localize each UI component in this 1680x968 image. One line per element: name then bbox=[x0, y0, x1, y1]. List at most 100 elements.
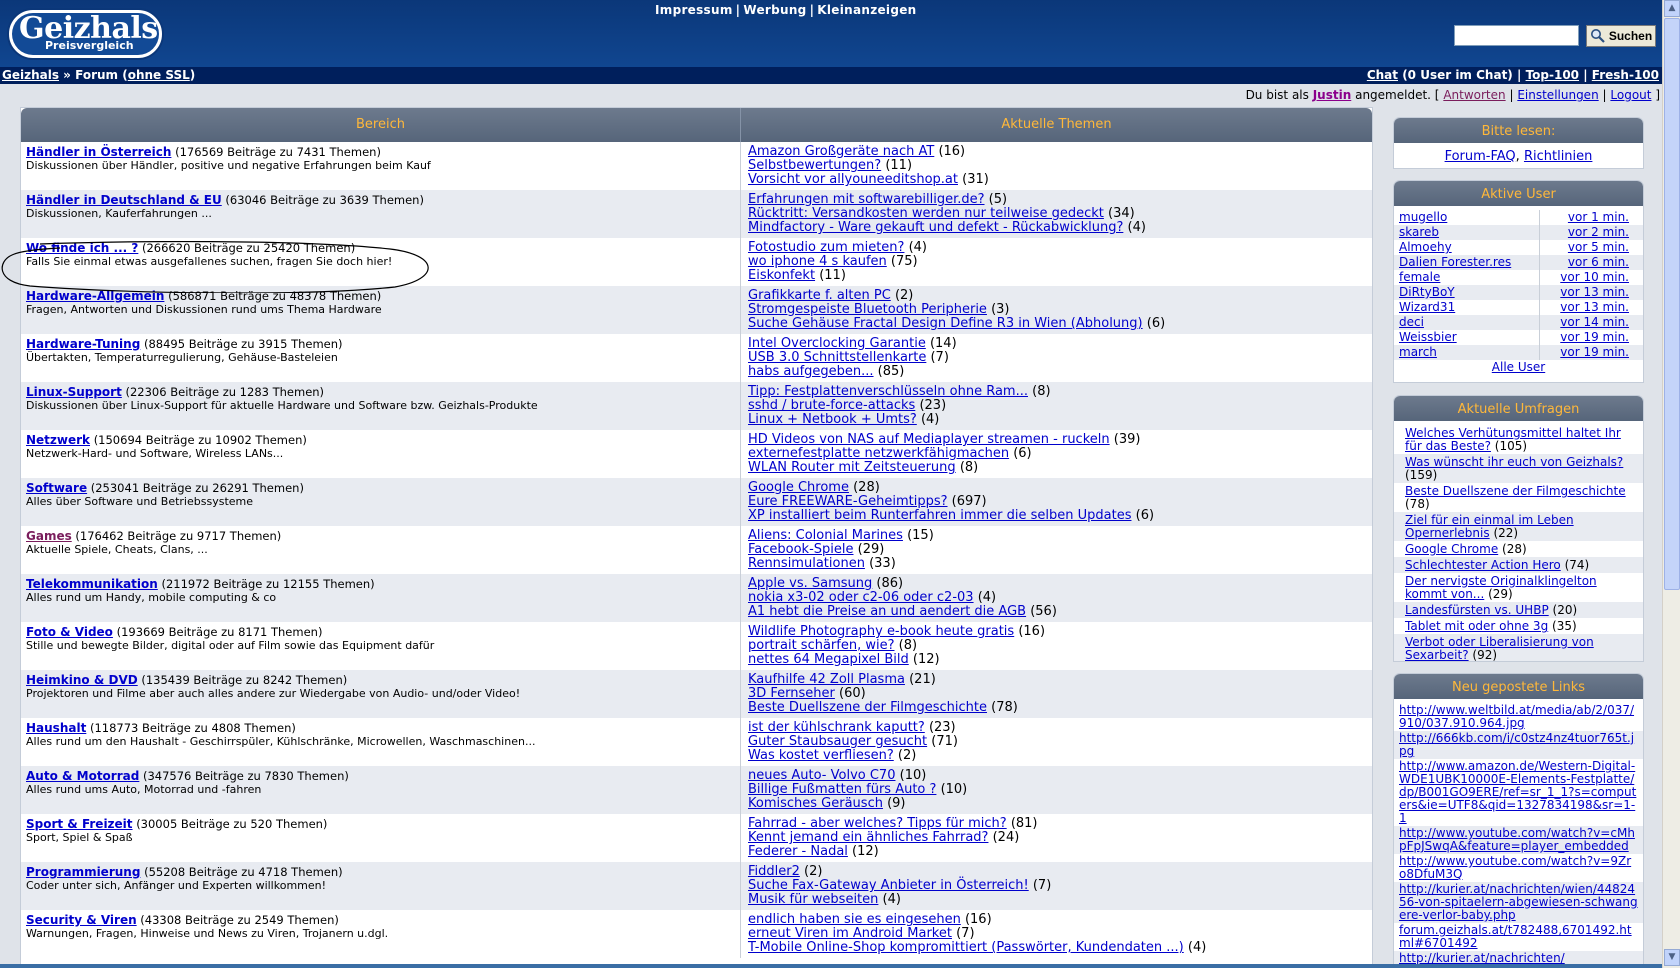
top100-link[interactable]: Top-100 bbox=[1526, 68, 1579, 82]
topic-link[interactable]: externefestplatte netzwerkfähigmachen bbox=[748, 446, 1009, 461]
topic-link[interactable]: Amazon Großgeräte nach AT bbox=[748, 144, 934, 159]
topic-link[interactable]: nettes 64 Megapixel Bild bbox=[748, 652, 909, 667]
topic-link[interactable]: neues Auto- Volvo C70 bbox=[748, 768, 895, 783]
active-user-time-link[interactable]: vor 5 min. bbox=[1568, 240, 1629, 254]
active-user-link[interactable]: skareb bbox=[1399, 225, 1439, 239]
topic-link[interactable]: Apple vs. Samsung bbox=[748, 576, 872, 591]
active-user-link[interactable]: march bbox=[1399, 345, 1437, 359]
posted-link[interactable]: http://www.youtube.com/watch?v=cMhpFpJSw… bbox=[1399, 826, 1635, 853]
logout-link[interactable]: Logout bbox=[1610, 88, 1651, 102]
topic-link[interactable]: Guter Staubsauger gesucht bbox=[748, 734, 927, 749]
fresh100-link[interactable]: Fresh-100 bbox=[1592, 68, 1659, 82]
active-user-link[interactable]: mugello bbox=[1399, 210, 1447, 224]
forum-area-link[interactable]: Wo finde ich ... ? bbox=[26, 241, 138, 255]
topic-link[interactable]: sshd / brute-force-attacks bbox=[748, 398, 915, 413]
topic-link[interactable]: Vorsicht vor allyouneeditshop.at bbox=[748, 172, 958, 187]
forum-area-link[interactable]: Games bbox=[26, 529, 72, 543]
rules-link[interactable]: Richtlinien bbox=[1524, 149, 1592, 164]
posted-link[interactable]: http://www.amazon.de/Western-Digital-WDE… bbox=[1399, 759, 1636, 825]
active-user-link[interactable]: DiRtyBoY bbox=[1399, 285, 1455, 299]
poll-link[interactable]: Schlechtester Action Hero bbox=[1405, 558, 1561, 572]
topic-link[interactable]: Rennsimulationen bbox=[748, 556, 865, 571]
geizhals-logo[interactable]: Geizhals Preisvergleich bbox=[7, 8, 164, 60]
poll-link[interactable]: Verbot oder Liberalisierung von Sexarbei… bbox=[1405, 635, 1594, 662]
poll-link[interactable]: Landesfürsten vs. UHBP bbox=[1405, 603, 1549, 617]
scrollbar-thumb[interactable] bbox=[1664, 18, 1680, 590]
topic-link[interactable]: Wildlife Photography e-book heute gratis bbox=[748, 624, 1014, 639]
scroll-down-arrow-icon[interactable]: ▼ bbox=[1664, 949, 1680, 966]
topic-link[interactable]: Mindfactory - Ware gekauft und defekt - … bbox=[748, 220, 1123, 235]
poll-link[interactable]: Google Chrome bbox=[1405, 542, 1498, 556]
forum-area-link[interactable]: Hardware-Allgemein bbox=[26, 289, 164, 303]
forum-area-link[interactable]: Telekommunikation bbox=[26, 577, 158, 591]
topic-link[interactable]: Fotostudio zum mieten? bbox=[748, 240, 904, 255]
topic-link[interactable]: Suche Fax-Gateway Anbieter in Österreich… bbox=[748, 878, 1029, 893]
topic-link[interactable]: 3D Fernseher bbox=[748, 686, 835, 701]
forum-area-link[interactable]: Heimkino & DVD bbox=[26, 673, 138, 687]
topic-link[interactable]: erneut Viren im Android Market bbox=[748, 926, 952, 941]
active-user-time-link[interactable]: vor 10 min. bbox=[1560, 270, 1629, 284]
topic-link[interactable]: portrait schärfen, wie? bbox=[748, 638, 895, 653]
forum-area-link[interactable]: Händler in Deutschland & EU bbox=[26, 193, 222, 207]
topic-link[interactable]: Kennt jemand ein ähnliches Fahrrad? bbox=[748, 830, 988, 845]
forum-area-link[interactable]: Händler in Österreich bbox=[26, 145, 171, 159]
poll-link[interactable]: Tablet mit oder ohne 3g bbox=[1405, 619, 1548, 633]
active-user-time-link[interactable]: vor 13 min. bbox=[1560, 285, 1629, 299]
topic-link[interactable]: Stromgespeiste Bluetooth Peripherie bbox=[748, 302, 987, 317]
active-user-link[interactable]: Dalien Forester.res bbox=[1399, 255, 1511, 269]
breadcrumb-home[interactable]: Geizhals bbox=[2, 68, 59, 82]
forum-area-link[interactable]: Programmierung bbox=[26, 865, 140, 879]
search-input[interactable] bbox=[1454, 25, 1579, 46]
topic-link[interactable]: Was kostet verfliesen? bbox=[748, 748, 894, 763]
topic-link[interactable]: Grafikkarte f. alten PC bbox=[748, 288, 891, 303]
all-users-link[interactable]: Alle User bbox=[1492, 360, 1545, 374]
posted-link[interactable]: http://666kb.com/i/c0stz4nz4tuor765t.jpg bbox=[1399, 731, 1634, 758]
active-user-time-link[interactable]: vor 19 min. bbox=[1560, 330, 1629, 344]
topic-link[interactable]: Musik für webseiten bbox=[748, 892, 878, 907]
scroll-up-arrow-icon[interactable]: ▲ bbox=[1664, 0, 1680, 17]
topic-link[interactable]: Aliens: Colonial Marines bbox=[748, 528, 903, 543]
topic-link[interactable]: ist der kühlschrank kaputt? bbox=[748, 720, 925, 735]
topic-link[interactable]: Beste Duellszene der Filmgeschichte bbox=[748, 700, 987, 715]
poll-link[interactable]: Ziel für ein einmal im Leben Opernerlebn… bbox=[1405, 513, 1574, 540]
topic-link[interactable]: Fiddler2 bbox=[748, 864, 800, 879]
topic-link[interactable]: Eure FREEWARE-Geheimtipps? bbox=[748, 494, 948, 509]
topic-link[interactable]: USB 3.0 Schnittstellenkarte bbox=[748, 350, 926, 365]
active-user-time-link[interactable]: vor 1 min. bbox=[1568, 210, 1629, 224]
active-user-link[interactable]: Wizard31 bbox=[1399, 300, 1455, 314]
active-user-link[interactable]: Almoehy bbox=[1399, 240, 1452, 254]
topic-link[interactable]: Federer - Nadal bbox=[748, 844, 848, 859]
settings-link[interactable]: Einstellungen bbox=[1517, 88, 1598, 102]
topic-link[interactable]: wo iphone 4 s kaufen bbox=[748, 254, 887, 269]
topic-link[interactable]: Fahrrad - aber welches? Tipps für mich? bbox=[748, 816, 1007, 831]
forum-area-link[interactable]: Linux-Support bbox=[26, 385, 122, 399]
topic-link[interactable]: endlich haben sie es eingesehen bbox=[748, 912, 961, 927]
forum-faq-link[interactable]: Forum-FAQ bbox=[1445, 149, 1516, 164]
topic-link[interactable]: Suche Gehäuse Fractal Design Define R3 i… bbox=[748, 316, 1143, 331]
topic-link[interactable]: Eiskonfekt bbox=[748, 268, 815, 283]
vertical-scrollbar[interactable]: ▲ ▼ bbox=[1662, 0, 1680, 968]
topic-link[interactable]: T-Mobile Online-Shop kompromittiert (Pas… bbox=[748, 940, 1184, 955]
active-user-link[interactable]: Weissbier bbox=[1399, 330, 1457, 344]
active-user-time-link[interactable]: vor 13 min. bbox=[1560, 300, 1629, 314]
topic-link[interactable]: nokia x3-02 oder c2-06 oder c2-03 bbox=[748, 590, 974, 605]
topic-link[interactable]: Komisches Geräusch bbox=[748, 796, 883, 811]
topic-link[interactable]: A1 hebt die Preise an und aendert die AG… bbox=[748, 604, 1026, 619]
posted-link[interactable]: forum.geizhals.at/t782488,6701492.html#6… bbox=[1399, 923, 1632, 950]
topic-link[interactable]: Linux + Netbook + Umts? bbox=[748, 412, 917, 427]
posted-link[interactable]: http://www.weltbild.at/media/ab/2/037/91… bbox=[1399, 703, 1634, 730]
topic-link[interactable]: HD Videos von NAS auf Mediaplayer stream… bbox=[748, 432, 1110, 447]
poll-link[interactable]: Beste Duellszene der Filmgeschichte bbox=[1405, 484, 1626, 498]
topic-link[interactable]: habs aufgegeben... bbox=[748, 364, 874, 379]
forum-area-link[interactable]: Auto & Motorrad bbox=[26, 769, 139, 783]
forum-area-link[interactable]: Software bbox=[26, 481, 87, 495]
topic-link[interactable]: Selbstbewertungen? bbox=[748, 158, 881, 173]
forum-area-link[interactable]: Haushalt bbox=[26, 721, 86, 735]
search-button[interactable]: Suchen bbox=[1586, 25, 1656, 47]
topic-link[interactable]: Intel Overclocking Garantie bbox=[748, 336, 926, 351]
topic-link[interactable]: XP installiert beim Runterfahren immer d… bbox=[748, 508, 1131, 523]
forum-area-link[interactable]: Foto & Video bbox=[26, 625, 113, 639]
topic-link[interactable]: Google Chrome bbox=[748, 480, 849, 495]
active-user-link[interactable]: deci bbox=[1399, 315, 1424, 329]
active-user-time-link[interactable]: vor 6 min. bbox=[1568, 255, 1629, 269]
